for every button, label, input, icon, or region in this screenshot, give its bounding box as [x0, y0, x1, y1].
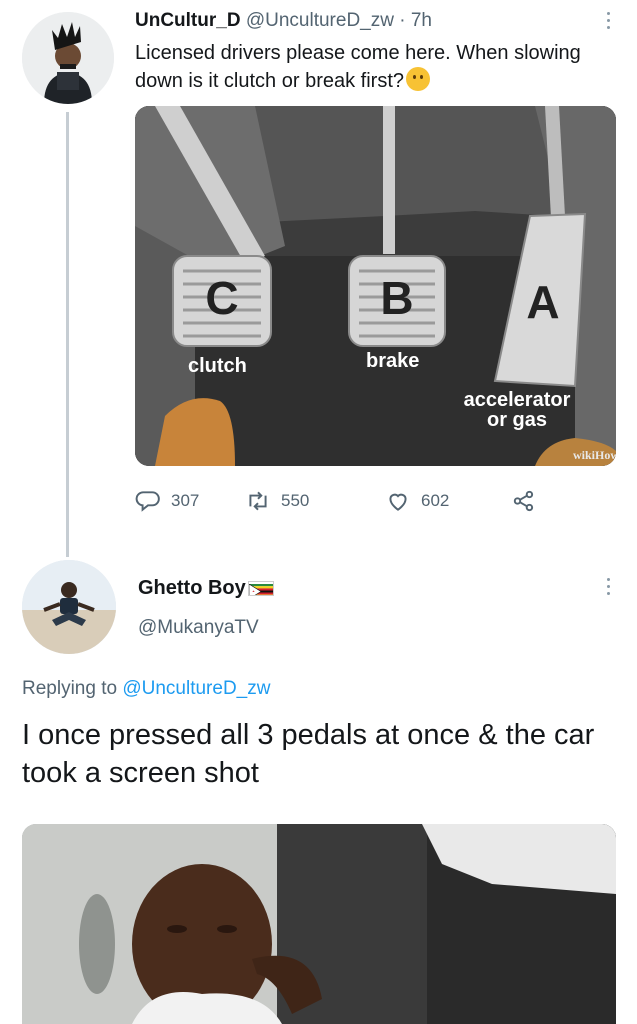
label-accelerator: accelerator — [464, 389, 571, 411]
pedals-illustration: C B A clutch brake accelerator or gas wi… — [135, 106, 616, 466]
user-avatar[interactable] — [22, 12, 114, 104]
display-name[interactable]: Ghetto Boy — [138, 577, 246, 600]
label-or-gas: or gas — [487, 409, 547, 431]
more-options-icon[interactable] — [605, 578, 611, 595]
thinking-face-icon — [406, 67, 430, 91]
label-brake: brake — [366, 350, 419, 372]
meme-photo — [22, 824, 616, 1024]
user-avatar[interactable] — [22, 560, 116, 654]
wikihow-watermark: wikiHow — [573, 448, 616, 462]
replying-to: Replying to @UncultureD_zw — [22, 678, 270, 700]
share-icon — [513, 490, 534, 512]
tweet-text: I once pressed all 3 pedals at once & th… — [22, 719, 595, 789]
replying-prefix: Replying to — [22, 678, 123, 699]
like-count: 602 — [421, 491, 450, 510]
tweet-image-pedals[interactable]: C B A clutch brake accelerator or gas wi… — [135, 106, 616, 466]
replying-to-link[interactable]: @UncultureD_zw — [122, 678, 270, 699]
display-name[interactable]: UnCultur_D — [135, 10, 241, 31]
avatar-image — [22, 560, 116, 654]
tweet-actions: 307 550 602 — [135, 488, 555, 518]
thread-line — [66, 112, 69, 557]
zimbabwe-flag-icon — [247, 581, 274, 596]
tweet-header: Ghetto Boy — [138, 577, 274, 600]
reply-count: 307 — [171, 491, 200, 510]
reply-icon — [135, 491, 160, 512]
retweet-icon — [249, 491, 267, 511]
share-button[interactable] — [511, 488, 537, 514]
tweet-image-meme[interactable] — [22, 824, 616, 1024]
heart-icon — [389, 493, 407, 511]
user-handle[interactable]: @UncultureD_zw — [246, 10, 394, 31]
label-clutch: clutch — [188, 355, 247, 377]
retweet-button[interactable]: 550 — [245, 488, 309, 514]
tweet-time[interactable]: 7h — [411, 10, 432, 31]
user-handle[interactable]: @MukanyaTV — [138, 617, 259, 639]
more-options-icon[interactable] — [605, 12, 611, 29]
pedal-letter-a: A — [526, 276, 559, 328]
tweet-header: UnCultur_D @UncultureD_zw · 7h — [135, 10, 432, 32]
pedal-letter-c: C — [205, 272, 238, 324]
retweet-count: 550 — [281, 491, 310, 510]
tweet-text: Licensed drivers please come here. When … — [135, 40, 615, 95]
reply-button[interactable]: 307 — [135, 488, 199, 514]
pedal-letter-b: B — [380, 272, 413, 324]
tweet-body: Licensed drivers please come here. When … — [135, 42, 581, 92]
avatar-image — [22, 12, 114, 104]
separator-dot: · — [393, 10, 411, 31]
like-button[interactable]: 602 — [385, 488, 449, 514]
